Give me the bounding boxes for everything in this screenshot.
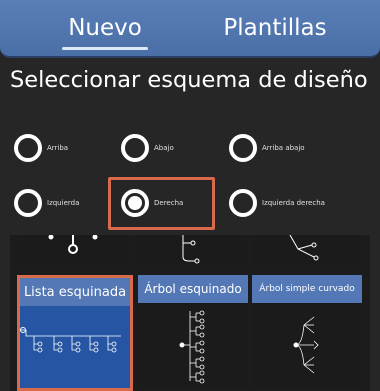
- template-thumbnail: [48, 235, 98, 254]
- template-card-arbol-esquinado[interactable]: Árbol esquinado: [138, 275, 248, 388]
- radio-arriba-abajo[interactable]: Arriba abajo: [229, 128, 341, 168]
- template-card-partial-1[interactable]: [18, 235, 128, 267]
- tab-new[interactable]: Nuevo: [40, 0, 170, 56]
- radio-label: Abajo: [154, 144, 174, 152]
- radio-label: Izquierda: [47, 199, 80, 207]
- tab-templates-label: Plantillas: [223, 15, 327, 41]
- radio-circle: [14, 189, 42, 217]
- template-thumbnail: [179, 310, 205, 384]
- template-thumbnail: [20, 327, 121, 353]
- template-thumbnail: [182, 235, 200, 264]
- template-card-partial-2[interactable]: [135, 235, 245, 267]
- template-thumbnail: [289, 235, 319, 261]
- radio-label: Derecha: [154, 199, 184, 207]
- active-tab-indicator: [62, 47, 148, 50]
- radio-circle: [121, 134, 149, 162]
- template-preview: [138, 303, 248, 388]
- radio-label: Izquierda derecha: [262, 199, 325, 207]
- template-preview: [18, 235, 128, 267]
- radio-izquierda-derecha[interactable]: Izquierda derecha: [229, 183, 341, 223]
- section-title: Seleccionar esquema de diseño: [10, 67, 368, 93]
- tab-new-label: Nuevo: [68, 15, 142, 41]
- radio-arriba[interactable]: Arriba: [14, 128, 126, 168]
- template-preview: [252, 303, 362, 388]
- template-card-partial-3[interactable]: [252, 235, 362, 267]
- template-card-title: Árbol esquinado: [138, 275, 248, 303]
- radio-derecha[interactable]: Derecha: [121, 183, 233, 223]
- radio-circle: [229, 134, 257, 162]
- radio-label: Arriba abajo: [262, 144, 305, 152]
- template-thumbnail: [293, 316, 319, 374]
- tab-templates[interactable]: Plantillas: [200, 0, 350, 56]
- radio-label: Arriba: [47, 144, 69, 152]
- radio-circle: [14, 134, 42, 162]
- template-card-title: Lista esquinada: [20, 278, 130, 306]
- template-preview: [252, 235, 362, 267]
- template-preview: [135, 235, 245, 267]
- radio-abajo[interactable]: Abajo: [121, 128, 233, 168]
- radio-circle-selected: [121, 189, 149, 217]
- radio-dot: [128, 196, 142, 210]
- template-preview: [20, 306, 130, 388]
- radio-circle: [229, 189, 257, 217]
- template-gallery[interactable]: Lista esquinada Árbol esquinado Árbol si…: [10, 235, 370, 391]
- tab-bar: Nuevo Plantillas: [0, 0, 380, 58]
- template-card-title: Árbol simple curvado: [252, 275, 362, 303]
- template-card-lista-esquinada[interactable]: Lista esquinada: [17, 275, 133, 391]
- template-card-arbol-simple-curvado[interactable]: Árbol simple curvado: [252, 275, 362, 388]
